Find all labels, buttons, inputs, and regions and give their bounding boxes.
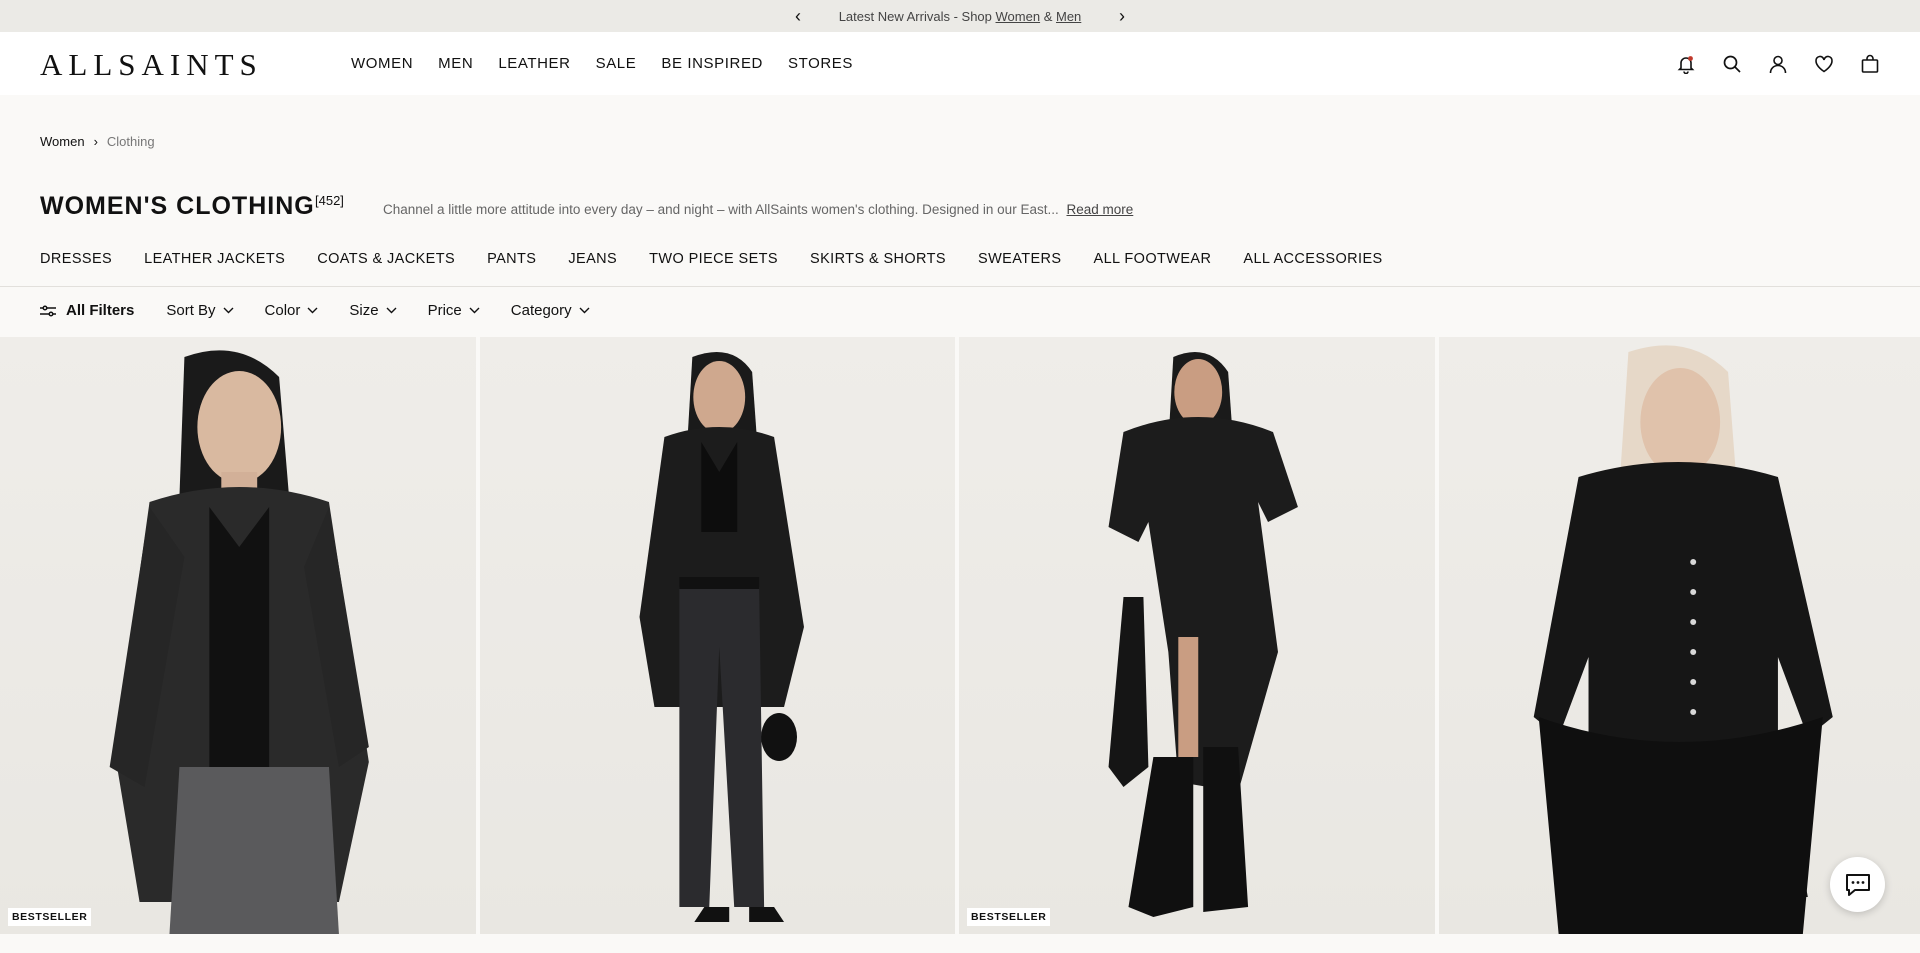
product-image: [638, 352, 804, 922]
breadcrumb: Women › Clothing: [40, 134, 155, 149]
category-label: Category: [510, 302, 572, 319]
all-filters-label: All Filters: [66, 302, 135, 319]
promo-link-men[interactable]: Men: [1056, 9, 1081, 24]
sort-by-label: Sort By: [166, 302, 216, 319]
main-nav: WOMEN MEN LEATHER SALE BE INSPIRED STORE…: [351, 32, 878, 95]
category-two-piece-sets[interactable]: TWO PIECE SETS: [649, 251, 778, 267]
promo-separator: &: [1043, 8, 1053, 24]
product-card[interactable]: BESTSELLER: [0, 337, 476, 934]
account-icon[interactable]: [1768, 54, 1788, 74]
product-card[interactable]: [479, 337, 955, 934]
bestseller-badge: BESTSELLER: [967, 908, 1051, 926]
category-all-accessories[interactable]: ALL ACCESSORIES: [1243, 251, 1382, 267]
chevron-down-icon: [579, 307, 590, 314]
promo-message-text: Latest New Arrivals - Shop: [838, 8, 992, 24]
product-image: [1533, 345, 1833, 934]
category-all-footwear[interactable]: ALL FOOTWEAR: [1094, 251, 1212, 267]
nav-stores[interactable]: STORES: [788, 55, 853, 72]
promo-prev-chevron-left-icon[interactable]: ‹: [781, 7, 815, 25]
promo-message: Latest New Arrivals - Shop Women & Men: [815, 9, 1105, 24]
category-dresses[interactable]: DRESSES: [40, 251, 112, 267]
product-grid: BESTSELLER BESTSELLER: [0, 337, 1920, 934]
category-dropdown[interactable]: Category: [511, 302, 590, 319]
filter-sliders-icon: [40, 304, 56, 317]
category-nav: DRESSES LEATHER JACKETS COATS & JACKETS …: [40, 251, 1415, 267]
color-dropdown[interactable]: Color: [265, 302, 319, 319]
nav-sale[interactable]: SALE: [596, 55, 637, 72]
category-leather-jackets[interactable]: LEATHER JACKETS: [144, 251, 285, 267]
product-card[interactable]: [1438, 337, 1920, 934]
nav-women[interactable]: WOMEN: [351, 55, 413, 72]
product-image: [109, 350, 369, 934]
promo-bar: ‹ Latest New Arrivals - Shop Women & Men…: [0, 0, 1920, 32]
nav-be-inspired[interactable]: BE INSPIRED: [661, 55, 763, 72]
header-icons: [1676, 32, 1880, 95]
category-sweaters[interactable]: SWEATERS: [978, 251, 1062, 267]
breadcrumb-women[interactable]: Women: [40, 134, 85, 149]
sort-by-dropdown[interactable]: Sort By: [166, 302, 234, 319]
notification-bell-icon[interactable]: [1676, 54, 1696, 74]
all-filters-button[interactable]: All Filters: [40, 302, 134, 319]
product-card[interactable]: BESTSELLER: [959, 337, 1435, 934]
bestseller-badge: BESTSELLER: [8, 908, 92, 926]
nav-men[interactable]: MEN: [438, 55, 473, 72]
read-more-link[interactable]: Read more: [1066, 202, 1133, 217]
chat-button[interactable]: [1830, 857, 1885, 912]
site-header: ALLSAINTS WOMEN MEN LEATHER SALE BE INSP…: [0, 32, 1920, 95]
nav-leather[interactable]: LEATHER: [498, 55, 570, 72]
chevron-down-icon: [386, 307, 397, 314]
size-dropdown[interactable]: Size: [349, 302, 397, 319]
breadcrumb-separator-icon: ›: [93, 134, 98, 149]
chevron-down-icon: [223, 307, 234, 314]
price-label: Price: [427, 302, 462, 319]
category-description: Channel a little more attitude into ever…: [383, 202, 1133, 217]
size-label: Size: [349, 302, 379, 319]
allsaints-logo[interactable]: ALLSAINTS: [40, 47, 263, 83]
page-title: WOMEN'S CLOTHING: [40, 192, 315, 220]
divider: [0, 286, 1920, 287]
chevron-down-icon: [469, 307, 480, 314]
chevron-down-icon: [307, 307, 318, 314]
category-coats-jackets[interactable]: COATS & JACKETS: [317, 251, 455, 267]
product-count: [452]: [315, 193, 344, 208]
category-skirts-shorts[interactable]: SKIRTS & SHORTS: [810, 251, 946, 267]
product-image: [1108, 352, 1298, 917]
breadcrumb-clothing: Clothing: [106, 134, 155, 149]
promo-next-chevron-right-icon[interactable]: ›: [1105, 7, 1139, 25]
color-label: Color: [264, 302, 301, 319]
search-icon[interactable]: [1722, 54, 1742, 74]
category-description-text: Channel a little more attitude into ever…: [383, 202, 1059, 217]
category-pants[interactable]: PANTS: [487, 251, 536, 267]
bag-icon[interactable]: [1860, 54, 1880, 74]
category-jeans[interactable]: JEANS: [568, 251, 617, 267]
chat-bubble-icon: [1845, 873, 1870, 896]
wishlist-heart-icon[interactable]: [1814, 54, 1834, 74]
price-dropdown[interactable]: Price: [428, 302, 480, 319]
promo-link-women[interactable]: Women: [996, 9, 1041, 24]
filter-bar: All Filters Sort By Color Size Price Cat…: [40, 302, 621, 319]
